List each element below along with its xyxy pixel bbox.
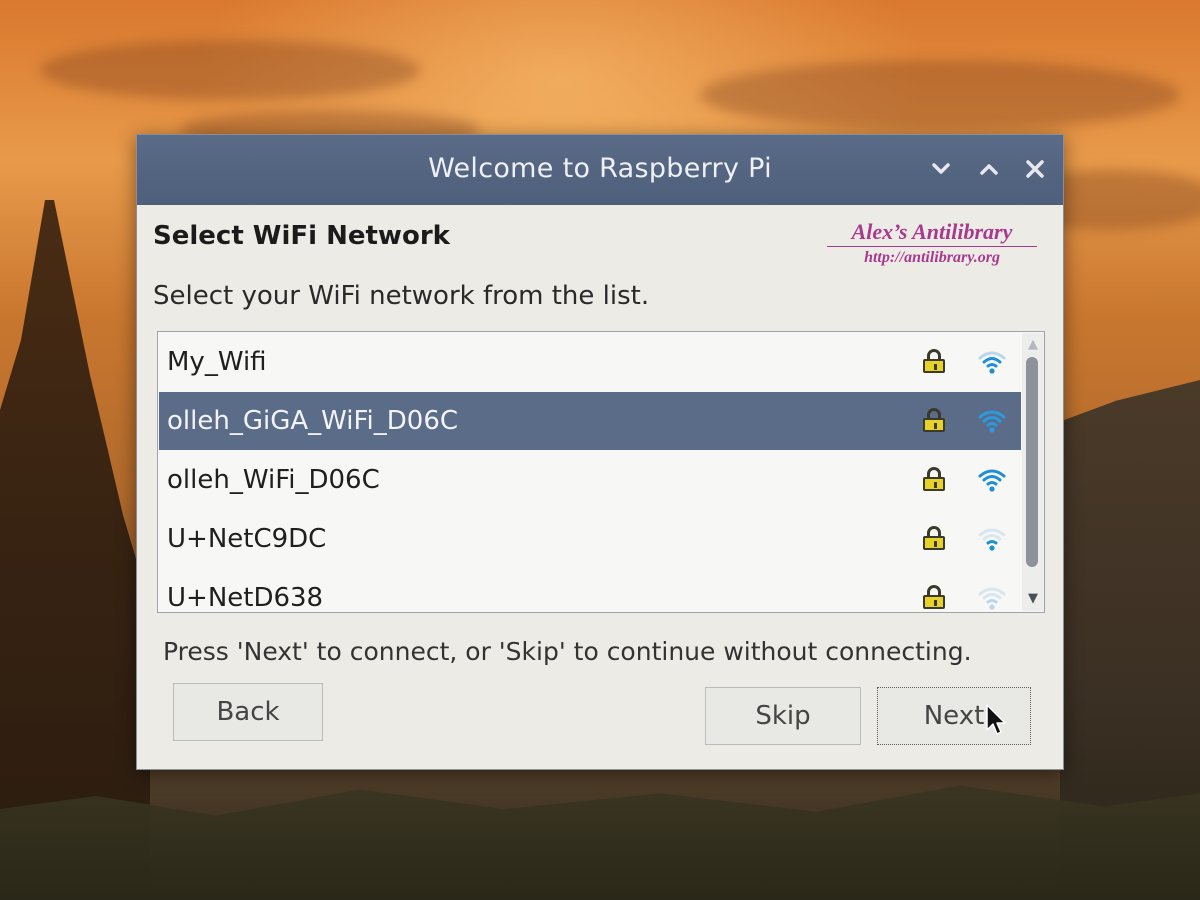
network-row[interactable]: My_Wifi — [159, 333, 1021, 391]
instruction-text: Select your WiFi network from the list. — [153, 281, 650, 311]
scroll-down-arrow-icon[interactable]: ▼ — [1024, 591, 1042, 607]
lock-icon — [923, 408, 945, 432]
lock-icon — [923, 349, 945, 373]
maximize-button[interactable] — [969, 149, 1009, 189]
lock-icon — [923, 467, 945, 491]
watermark-overlay: Alex’s Antilibrary http://antilibrary.or… — [827, 219, 1037, 267]
wifi-signal-icon — [978, 410, 1006, 433]
list-scrollbar[interactable]: ▲ ▼ — [1022, 333, 1044, 611]
watermark-title: Alex’s Antilibrary — [827, 219, 1037, 247]
wifi-signal-icon — [978, 351, 1006, 374]
scroll-up-arrow-icon[interactable]: ▲ — [1024, 337, 1042, 353]
connect-hint-text: Press 'Next' to connect, or 'Skip' to co… — [163, 637, 972, 666]
wifi-signal-icon — [978, 528, 1006, 551]
chevron-down-icon — [932, 163, 950, 174]
network-row-selected[interactable]: olleh_GiGA_WiFi_D06C — [159, 392, 1021, 450]
next-button[interactable]: Next — [877, 687, 1031, 745]
wifi-signal-icon — [978, 469, 1006, 492]
network-list[interactable]: My_Wifi olleh_GiGA_WiFi_D06C olleh_WiFi_… — [157, 331, 1045, 613]
pagoda-silhouette — [0, 200, 150, 900]
back-button[interactable]: Back — [173, 683, 323, 741]
lock-icon — [923, 526, 945, 550]
network-row[interactable]: U+NetD638 — [159, 569, 1021, 613]
close-button[interactable] — [1015, 149, 1055, 189]
network-name: My_Wifi — [167, 347, 267, 377]
network-name: olleh_WiFi_D06C — [167, 465, 380, 495]
lock-icon — [923, 585, 945, 609]
wifi-signal-icon — [978, 587, 1006, 610]
watermark-url: http://antilibrary.org — [864, 249, 1000, 266]
minimize-button[interactable] — [921, 149, 961, 189]
close-icon — [1026, 160, 1044, 178]
chevron-up-icon — [980, 164, 998, 175]
treeline-silhouette — [0, 785, 1200, 900]
network-name: U+NetD638 — [167, 583, 324, 613]
network-name: U+NetC9DC — [167, 524, 327, 554]
welcome-dialog: Welcome to Raspberry Pi Select WiFi Netw… — [136, 134, 1064, 770]
title-bar[interactable]: Welcome to Raspberry Pi — [137, 135, 1063, 205]
mouse-pointer-icon — [986, 704, 1006, 735]
page-heading: Select WiFi Network — [153, 221, 450, 251]
skip-button[interactable]: Skip — [705, 687, 861, 745]
network-name: olleh_GiGA_WiFi_D06C — [167, 406, 459, 436]
network-row[interactable]: olleh_WiFi_D06C — [159, 451, 1021, 509]
network-row[interactable]: U+NetC9DC — [159, 510, 1021, 568]
scrollbar-thumb[interactable] — [1026, 357, 1038, 567]
